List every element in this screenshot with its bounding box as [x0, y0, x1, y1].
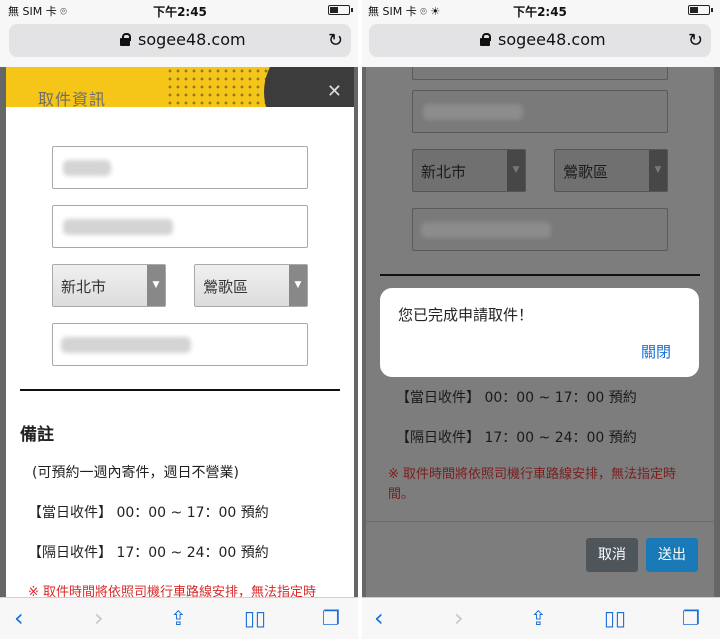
close-icon[interactable]: ✕ [327, 81, 342, 102]
battery-icon [688, 5, 713, 15]
bookmarks-icon[interactable]: ▯▯ [244, 604, 266, 632]
cancel-button[interactable]: 取消 [586, 538, 638, 572]
page-content: 新北市 ▼ 鶯歌區 ▼ 【當日收件】 00：00 ~ 17：00 預約 【隔日收… [360, 67, 720, 597]
back-icon[interactable]: ‹ [374, 604, 384, 632]
district-select[interactable]: 鶯歌區 ▼ [554, 149, 668, 192]
right-phone-screen: 無 SIM 卡 ⌾ ☀ 下午2:45 sogee48.com ↻ 新北市 ▼ 鶯… [360, 0, 720, 639]
tabs-icon[interactable]: ❐ [682, 604, 700, 632]
district-value: 鶯歌區 [203, 278, 249, 296]
phone-field[interactable] [412, 90, 668, 133]
pickup-modal: 取件資訊 ✕ 新北市 ▼ 鶯歌區 ▼ 備註 (可預約一週內寄件，週日不營業) 【… [6, 67, 354, 597]
address-field[interactable] [412, 208, 668, 251]
reload-icon[interactable]: ↻ [328, 30, 343, 51]
status-bar: 無 SIM 卡 ⌾ ☀ 下午2:45 [360, 0, 720, 20]
tabs-icon[interactable]: ❐ [322, 604, 340, 632]
chevron-down-icon: ▼ [147, 265, 165, 306]
url-domain: sogee48.com [138, 30, 246, 49]
page-content: 取件資訊 ✕ 新北市 ▼ 鶯歌區 ▼ 備註 (可預約一週內寄件，週日不營業) 【… [0, 67, 360, 597]
share-icon[interactable]: ⇪ [530, 604, 547, 632]
share-icon[interactable]: ⇪ [170, 604, 187, 632]
modal-header: 取件資訊 ✕ [6, 67, 354, 107]
clock: 下午2:45 [153, 5, 207, 19]
address-field[interactable] [52, 323, 308, 366]
screen-separator [358, 0, 362, 639]
alert-close-button[interactable]: 關閉 [641, 341, 671, 362]
city-value: 新北市 [61, 278, 107, 296]
bookmarks-icon[interactable]: ▯▯ [604, 604, 626, 632]
battery-icon [328, 5, 353, 15]
note-line: 【當日收件】 00：00 ~ 17：00 預約 [396, 390, 637, 406]
reload-icon[interactable]: ↻ [688, 30, 703, 51]
footer-divider [366, 521, 714, 522]
section-divider [20, 389, 340, 391]
warning-text: ※ 取件時間將依照司機行車路線安排，無法指定時 [388, 467, 677, 482]
url-domain: sogee48.com [498, 30, 606, 49]
lock-icon [479, 33, 491, 46]
phone-field[interactable] [52, 205, 308, 248]
note-line: (可預約一週內寄件，週日不營業) [32, 465, 239, 481]
browser-toolbar: ‹ › ⇪ ▯▯ ❐ [360, 597, 720, 639]
city-select[interactable]: 新北市 ▼ [52, 264, 166, 307]
district-select[interactable]: 鶯歌區 ▼ [194, 264, 308, 307]
modal-title: 取件資訊 [38, 90, 107, 107]
browser-toolbar: ‹ › ⇪ ▯▯ ❐ [0, 597, 360, 639]
phone-field[interactable] [412, 67, 668, 80]
note-heading: 備註 [20, 425, 54, 445]
alert-message: 您已完成申請取件！ [398, 306, 534, 324]
note-line: 【隔日收件】 17：00 ~ 24：00 預約 [396, 430, 637, 446]
success-alert: 您已完成申請取件！ 關閉 [380, 288, 699, 377]
section-divider [380, 274, 700, 276]
back-icon[interactable]: ‹ [14, 604, 24, 632]
left-phone-screen: 無 SIM 卡 ⌾ 下午2:45 sogee48.com ↻ 取件資訊 ✕ 新北… [0, 0, 360, 639]
forward-icon[interactable]: › [94, 604, 104, 632]
note-line: 【隔日收件】 17：00 ~ 24：00 預約 [28, 545, 269, 561]
forward-icon[interactable]: › [454, 604, 464, 632]
warning-text: 間。 [388, 487, 415, 502]
district-value: 鶯歌區 [563, 163, 609, 181]
chevron-down-icon: ▼ [289, 265, 307, 306]
address-bar[interactable]: sogee48.com ↻ [369, 24, 711, 57]
name-field[interactable] [52, 146, 308, 189]
submit-button[interactable]: 送出 [646, 538, 698, 572]
clock: 下午2:45 [513, 5, 567, 19]
warning-text: ※ 取件時間將依照司機行車路線安排，無法指定時 [28, 585, 317, 597]
city-select[interactable]: 新北市 ▼ [412, 149, 526, 192]
note-line: 【當日收件】 00：00 ~ 17：00 預約 [28, 505, 269, 521]
city-value: 新北市 [421, 163, 467, 181]
lock-icon [119, 33, 131, 46]
status-bar: 無 SIM 卡 ⌾ 下午2:45 [0, 0, 360, 20]
chevron-down-icon: ▼ [649, 150, 667, 191]
chevron-down-icon: ▼ [507, 150, 525, 191]
address-bar[interactable]: sogee48.com ↻ [9, 24, 351, 57]
